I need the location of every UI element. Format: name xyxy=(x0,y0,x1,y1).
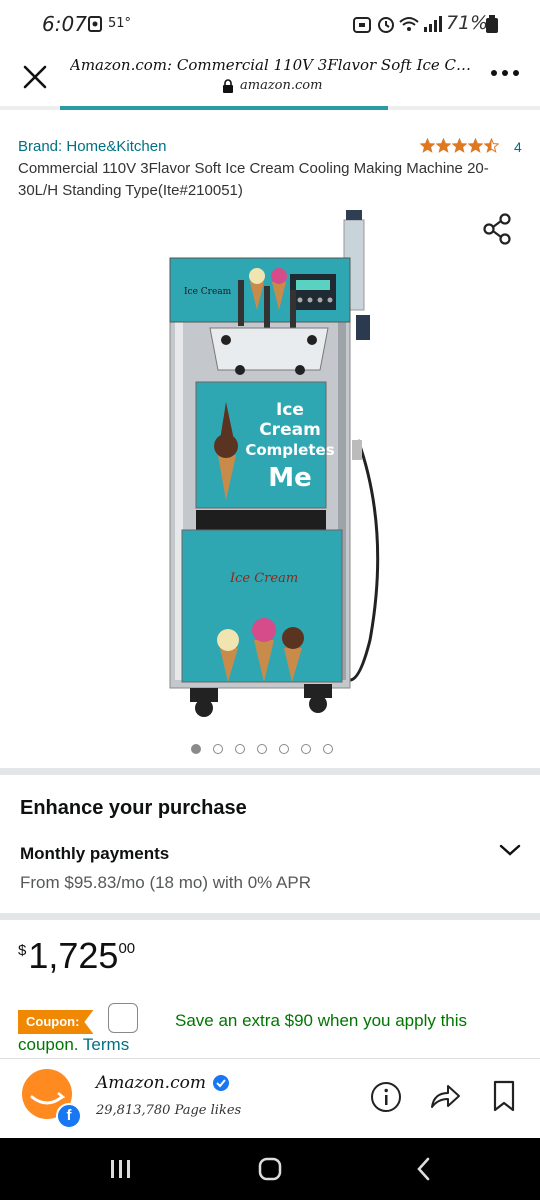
page-title: Amazon.com: Commercial 110V 3Flavor Soft… xyxy=(70,56,478,74)
panel-text-line3: Completes xyxy=(245,441,334,459)
price-currency: $ xyxy=(18,942,27,959)
carousel-dot[interactable] xyxy=(279,744,289,754)
monthly-payments-detail: From $95.83/mo (18 mo) with 0% APR xyxy=(20,873,312,892)
price-whole: 1,725 xyxy=(28,935,119,976)
status-bar: 6:07 51° 71% xyxy=(0,0,540,48)
star-icon xyxy=(484,138,499,153)
back-icon[interactable] xyxy=(412,1156,436,1182)
panel-text-line4: Me xyxy=(268,463,312,493)
share-icon[interactable] xyxy=(482,212,512,246)
page-url: amazon.com xyxy=(222,78,322,93)
carousel-dot[interactable] xyxy=(213,744,223,754)
browser-toolbar: Amazon.com: Commercial 110V 3Flavor Soft… xyxy=(0,48,540,108)
coupon-text-continued: coupon. Terms xyxy=(18,1035,129,1055)
carousel-dot[interactable] xyxy=(323,744,333,754)
rating-stars[interactable] xyxy=(420,138,499,153)
star-icon xyxy=(452,138,467,153)
status-temperature: 51° xyxy=(108,16,132,31)
bookmark-icon[interactable] xyxy=(492,1079,516,1113)
url-text: amazon.com xyxy=(240,78,323,93)
coupon-badge: Coupon: xyxy=(18,1010,94,1034)
star-icon xyxy=(468,138,483,153)
facebook-icon: f xyxy=(56,1103,82,1129)
forward-share-icon[interactable] xyxy=(428,1081,462,1113)
panel-text-line2: Cream xyxy=(259,420,321,440)
chevron-down-icon[interactable] xyxy=(498,842,522,858)
carousel-dot[interactable] xyxy=(301,744,311,754)
star-icon xyxy=(420,138,435,153)
coupon-text: Save an extra $90 when you apply this xyxy=(175,1011,468,1030)
fb-page-likes: 29,813,780 Page likes xyxy=(96,1103,242,1118)
panel-text-line1: Ice xyxy=(276,400,304,420)
notification-icon xyxy=(88,16,102,32)
coupon-checkbox[interactable] xyxy=(108,1003,138,1033)
price: $ 1,725 00 xyxy=(18,934,135,978)
signal-icon xyxy=(424,16,442,32)
section-divider xyxy=(0,768,540,775)
status-battery: 71% xyxy=(446,12,489,34)
home-icon[interactable] xyxy=(256,1156,284,1182)
system-nav-bar xyxy=(0,1138,540,1200)
close-icon[interactable] xyxy=(20,62,50,92)
recent-apps-icon[interactable] xyxy=(108,1156,134,1182)
wifi-icon xyxy=(399,17,419,31)
verified-icon xyxy=(212,1075,229,1091)
carousel-dot[interactable] xyxy=(191,744,201,754)
more-options-icon[interactable] xyxy=(490,68,520,78)
carousel-dot[interactable] xyxy=(257,744,267,754)
page-load-progress xyxy=(0,106,540,110)
section-divider xyxy=(0,913,540,920)
product-logo-small: Ice Cream xyxy=(184,287,232,297)
facebook-page-bar: f Amazon.com 29,813,780 Page likes xyxy=(0,1058,540,1139)
status-time: 6:07 xyxy=(42,12,87,36)
enhance-heading: Enhance your purchase xyxy=(20,797,247,819)
monthly-payments-label[interactable]: Monthly payments xyxy=(20,844,169,864)
product-logo-large: Ice Cream xyxy=(229,571,298,586)
progress-fill xyxy=(60,106,388,110)
info-icon[interactable] xyxy=(370,1081,402,1113)
fb-page-name-row[interactable]: Amazon.com xyxy=(96,1073,230,1093)
carousel-dot[interactable] xyxy=(235,744,245,754)
battery-icon xyxy=(486,15,498,33)
dnd-icon xyxy=(353,17,371,33)
product-title: Commercial 110V 3Flavor Soft Ice Cream C… xyxy=(18,160,489,199)
coupon-text-word: coupon. xyxy=(18,1035,79,1054)
product-image[interactable]: Ice Cream Ice Cream Completes Me Ice Cre… xyxy=(160,210,390,720)
lock-icon xyxy=(223,78,233,93)
coupon-terms-link[interactable]: Terms xyxy=(83,1035,129,1054)
brand-link[interactable]: Brand: Home&Kitchen xyxy=(18,138,166,155)
star-icon xyxy=(436,138,451,153)
rating-count[interactable]: 4 xyxy=(514,139,522,155)
image-carousel-dots[interactable] xyxy=(191,744,333,754)
fb-page-name[interactable]: Amazon.com xyxy=(96,1073,206,1093)
price-fraction: 00 xyxy=(118,940,136,957)
alarm-icon xyxy=(378,17,394,33)
